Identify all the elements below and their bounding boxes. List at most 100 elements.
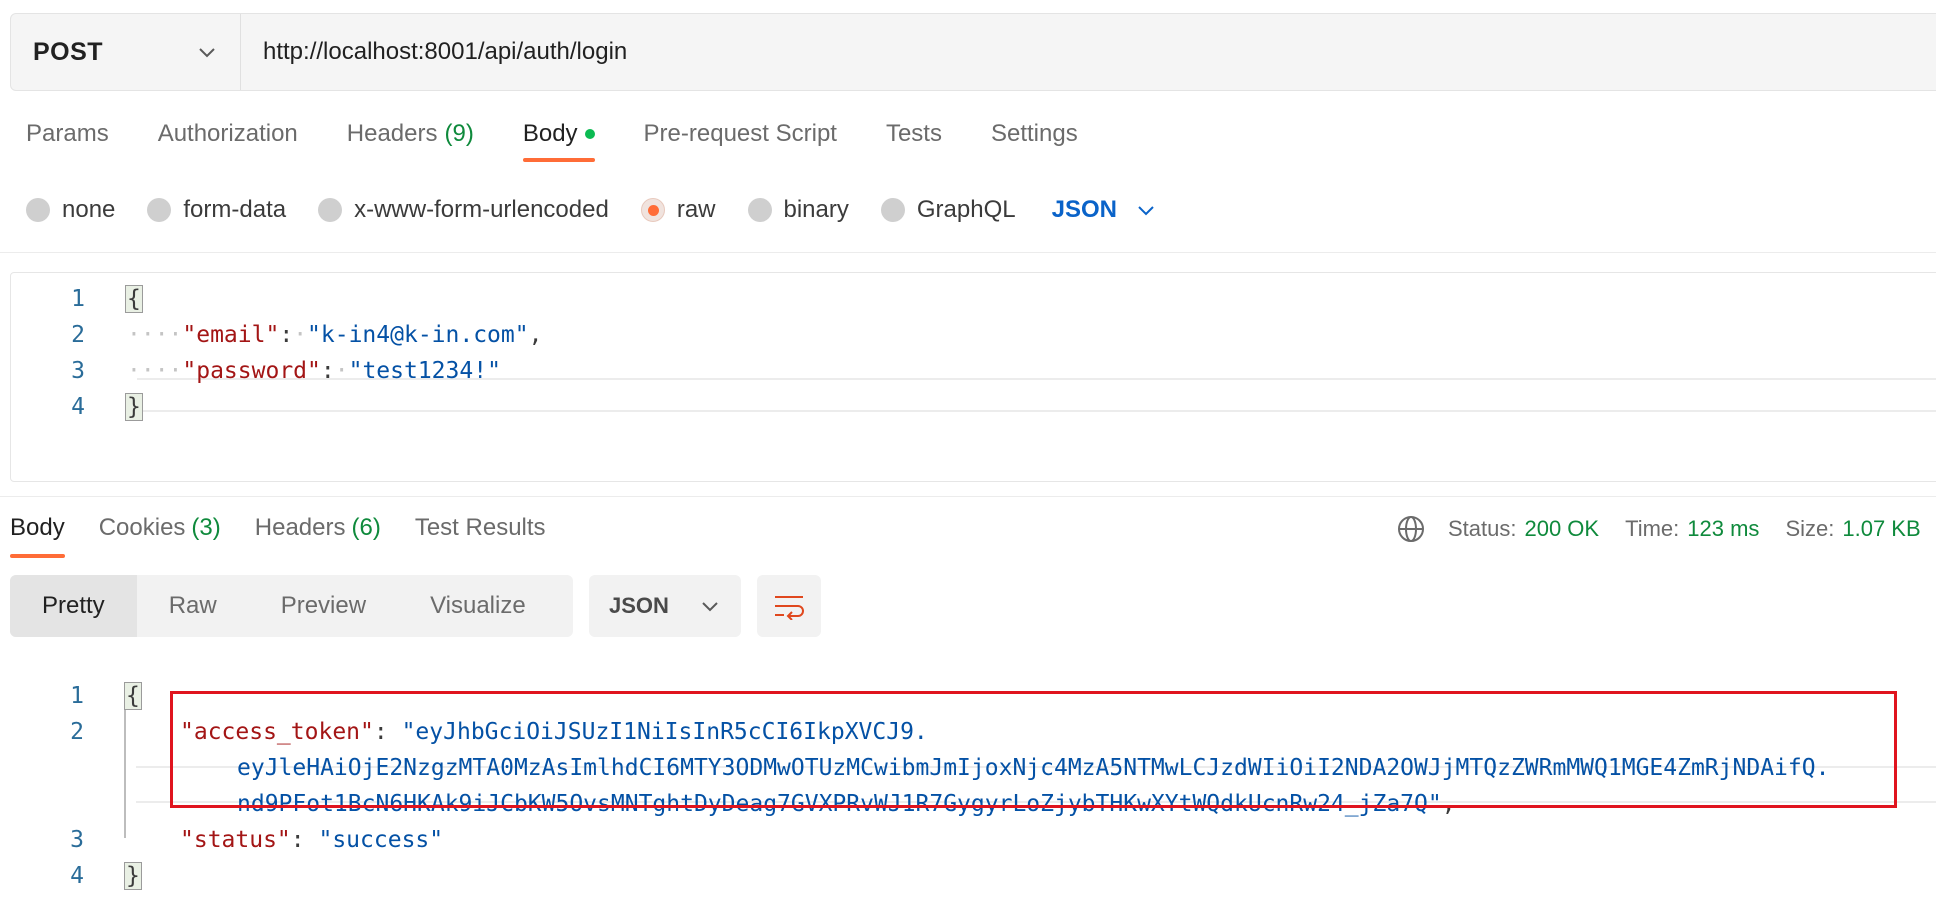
radio-raw[interactable]: raw bbox=[640, 196, 716, 224]
status-value[interactable]: 200 OK bbox=[1524, 516, 1599, 542]
radio-circle-icon[interactable] bbox=[318, 198, 343, 222]
radio-graphql[interactable]: GraphQL bbox=[880, 196, 1016, 224]
size-label: Size: bbox=[1785, 516, 1835, 541]
view-visualize-button[interactable]: Visualize bbox=[398, 575, 558, 637]
language-label: JSON bbox=[1051, 196, 1117, 223]
code-line: } bbox=[124, 858, 142, 894]
json-key: "email" bbox=[182, 322, 280, 348]
line-number: 3 bbox=[70, 827, 84, 853]
tab-label: Body bbox=[10, 514, 65, 541]
view-raw-button[interactable]: Raw bbox=[137, 575, 249, 637]
line-number: 4 bbox=[70, 863, 84, 889]
format-label: JSON bbox=[609, 593, 669, 618]
status-label: Status: bbox=[1448, 516, 1517, 541]
radio-urlencoded[interactable]: x-www-form-urlencoded bbox=[318, 196, 609, 224]
radio-form-data[interactable]: form-data bbox=[147, 196, 286, 224]
time-value[interactable]: 123 ms bbox=[1687, 516, 1759, 542]
modified-dot-icon bbox=[584, 129, 595, 139]
radio-binary[interactable]: binary bbox=[747, 196, 849, 224]
close-brace: } bbox=[125, 393, 143, 421]
body-type-options: none form-data x-www-form-urlencoded raw… bbox=[26, 196, 1157, 224]
code-line: } bbox=[125, 389, 143, 425]
time-label: Time: bbox=[1625, 516, 1680, 541]
tab-label: Body bbox=[522, 120, 578, 147]
open-brace: { bbox=[125, 285, 143, 313]
tab-authorization[interactable]: Authorization bbox=[158, 120, 298, 162]
code-line: ···· "email": · "k-in4@k-in.com", bbox=[127, 322, 543, 348]
radio-circle-icon[interactable] bbox=[147, 198, 172, 222]
code-line: { bbox=[125, 281, 143, 317]
code-line: ···· "password": · "test1234!" bbox=[127, 358, 501, 384]
line-number: 2 bbox=[71, 322, 85, 348]
radio-none[interactable]: none bbox=[26, 196, 115, 224]
tab-tests[interactable]: Tests bbox=[886, 120, 942, 162]
response-tabs: Body Cookies (3) Headers (6) Test Results bbox=[10, 514, 580, 558]
body-language-select[interactable]: JSON bbox=[1052, 196, 1157, 224]
headers-count: (9) bbox=[444, 120, 474, 147]
divider bbox=[0, 252, 1936, 253]
tab-label: Params bbox=[26, 120, 109, 147]
url-bar: POST http://localhost:8001/api/auth/logi… bbox=[10, 13, 1936, 91]
response-tab-headers[interactable]: Headers (6) bbox=[255, 514, 381, 558]
view-mode-switch: Pretty Raw Preview Visualize bbox=[10, 575, 573, 637]
wrap-lines-button[interactable] bbox=[757, 575, 821, 637]
size-value[interactable]: 1.07 KB bbox=[1842, 516, 1920, 542]
line-number: 2 bbox=[70, 719, 84, 745]
response-tab-cookies[interactable]: Cookies (3) bbox=[99, 514, 221, 558]
chevron-down-icon bbox=[199, 48, 215, 58]
code-line: { bbox=[124, 678, 142, 714]
json-key: "password" bbox=[182, 358, 321, 384]
request-body-editor[interactable]: 1 2 3 4 { ···· "email": · "k-in4@k-in.com",… bbox=[10, 272, 1936, 482]
tab-label: Authorization bbox=[157, 120, 298, 147]
view-preview-button[interactable]: Preview bbox=[249, 575, 398, 637]
radio-label: GraphQL bbox=[916, 196, 1016, 223]
line-number: 3 bbox=[71, 358, 85, 384]
tab-label: Headers bbox=[254, 514, 346, 541]
tab-label: Pre-request Script bbox=[643, 120, 837, 147]
globe-icon[interactable] bbox=[1396, 514, 1426, 544]
tab-params[interactable]: Params bbox=[26, 120, 109, 162]
close-brace: } bbox=[124, 862, 142, 890]
radio-label: none bbox=[62, 196, 116, 223]
radio-label: binary bbox=[783, 196, 849, 223]
open-brace: { bbox=[124, 682, 142, 710]
json-string: "test1234!" bbox=[348, 358, 501, 384]
json-string: "success" bbox=[318, 827, 444, 853]
tab-pre-request-script[interactable]: Pre-request Script bbox=[644, 120, 837, 162]
indent-guide bbox=[124, 696, 126, 838]
radio-label: raw bbox=[676, 196, 716, 223]
response-tab-body[interactable]: Body bbox=[10, 514, 65, 558]
tab-label: Settings bbox=[990, 120, 1078, 147]
tab-headers[interactable]: Headers (9) bbox=[347, 120, 474, 162]
tab-label: Tests bbox=[885, 120, 942, 147]
method-select[interactable]: POST bbox=[11, 14, 241, 90]
json-string: "k-in4@k-in.com" bbox=[307, 322, 529, 348]
request-tabs: Params Authorization Headers (9) Body Pre… bbox=[26, 120, 1127, 162]
divider bbox=[0, 496, 1936, 497]
radio-circle-icon[interactable] bbox=[747, 198, 772, 222]
tab-label: Test Results bbox=[414, 514, 546, 541]
url-input[interactable]: http://localhost:8001/api/auth/login bbox=[241, 38, 627, 66]
radio-circle-icon[interactable] bbox=[26, 198, 50, 222]
code-line: "status": "success" bbox=[180, 827, 444, 853]
response-tab-test-results[interactable]: Test Results bbox=[415, 514, 546, 558]
radio-circle-icon[interactable] bbox=[880, 198, 905, 222]
tab-label: Headers bbox=[346, 120, 438, 147]
chevron-down-icon bbox=[1138, 206, 1154, 216]
radio-selected-icon[interactable] bbox=[640, 198, 665, 222]
radio-label: form-data bbox=[183, 196, 287, 223]
access-token-highlight bbox=[170, 691, 1897, 808]
chevron-down-icon bbox=[702, 602, 718, 612]
cookies-count: (3) bbox=[191, 514, 221, 541]
tab-settings[interactable]: Settings bbox=[991, 120, 1078, 162]
wrap-lines-icon bbox=[775, 596, 804, 620]
response-status-bar: Status: 200 OK Time: 123 ms Size: 1.07 K… bbox=[1396, 514, 1936, 544]
json-key: "status" bbox=[180, 827, 291, 853]
radio-label: x-www-form-urlencoded bbox=[354, 196, 609, 223]
method-label: POST bbox=[33, 37, 104, 66]
line-number: 1 bbox=[71, 286, 85, 312]
tab-body[interactable]: Body bbox=[522, 120, 595, 162]
response-format-select[interactable]: JSON bbox=[589, 575, 741, 637]
tab-label: Cookies bbox=[98, 514, 186, 541]
view-pretty-button[interactable]: Pretty bbox=[10, 575, 137, 637]
